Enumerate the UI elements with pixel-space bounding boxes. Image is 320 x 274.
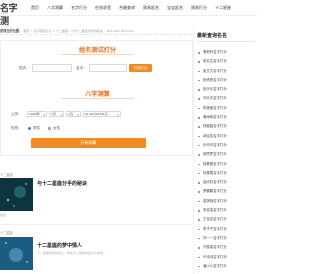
month-select[interactable]: 1月 ▾ (49, 111, 64, 117)
month-value: 1月 (51, 112, 56, 116)
sidebar-item[interactable]: 王佳佳名字打分 (198, 215, 256, 224)
bazi-underline (61, 98, 134, 99)
sidebar-item[interactable]: 杨贤贤名字打分 (198, 76, 256, 85)
sidebar-item[interactable]: 赵乐乐名字打分 (198, 85, 256, 94)
chevron-down-icon: ▾ (43, 113, 45, 117)
sidebar-item[interactable]: 张名名名字打分 (198, 57, 256, 66)
breadcrumb-date: 2021-06-18 14:20 (106, 29, 134, 33)
article-desc: 十二星座的梦中情人，你在十二星座中是什么样的…… (37, 251, 110, 255)
article-title[interactable]: 十二星座的梦中情人 (37, 242, 82, 249)
sidebar: 最新查询名名 周轩轩名字打分 张名名名字打分 吴文文名字打分 杨贤贤名字打分 赵… (193, 28, 257, 274)
name-test-panel: 姓名测试打分 姓氏： 名字： 开始打分 八字测算 公历： 1990年 ▾ 1月 ▾ … (0, 40, 193, 156)
chevron-down-icon: ▾ (60, 113, 62, 117)
chevron-down-icon: ▾ (77, 113, 79, 117)
sidebar-item[interactable]: 胡佳佳名字打分 (198, 132, 256, 141)
breadcrumb-label: 您现在的位置： (0, 29, 23, 33)
male-radio[interactable] (28, 126, 31, 130)
sidebar-item[interactable]: 邓一一名字打分 (198, 234, 256, 243)
article-tag: 星座 (0, 213, 7, 217)
sidebar-item[interactable]: 潘小小名字打分 (198, 262, 256, 271)
sidebar-item[interactable]: 孙可可名字打分 (198, 141, 256, 150)
sidebar-item[interactable]: 宋浩浩名字打分 (198, 206, 256, 215)
sidebar-item[interactable]: 何雪雪名字打分 (198, 169, 256, 178)
name-test-title: 姓名测试打分 (78, 47, 117, 54)
sidebar-item[interactable]: 林晨晨名字打分 (198, 122, 256, 131)
title-underline (61, 54, 134, 55)
sidebar-item[interactable]: 叶诗诗名字打分 (198, 253, 256, 262)
nav-item-name-score[interactable]: 名字打分 (67, 4, 91, 11)
sidebar-divider (197, 41, 255, 42)
breadcrumb: 您现在的位置： 首页 > 名字测试打分 > 十二星座 > 与十二星座分手的秘诀 … (0, 28, 192, 35)
female-radio[interactable] (48, 126, 51, 130)
nav-item-baby-naming[interactable]: 宝宝起名 (163, 4, 187, 11)
site-logo[interactable]: 名字测 LCN (0, 1, 24, 27)
sidebar-list: 周轩轩名字打分 张名名名字打分 吴文文名字打分 杨贤贤名字打分 赵乐乐名字打分 … (198, 48, 256, 271)
sidebar-item[interactable]: 吴文文名字打分 (198, 67, 256, 76)
name-label: 名字： (76, 66, 87, 70)
day-select[interactable]: 1日 ▾ (66, 111, 81, 117)
top-nav: 名字测 LCN 首页 八字测算 名字打分 在线求签 合婚查询 周易起名 宝宝起名… (0, 0, 257, 27)
nav-item-zodiac[interactable]: 十二星座 (211, 4, 235, 11)
surname-input[interactable] (32, 64, 72, 72)
birth-label: 公历： (11, 112, 22, 116)
star-sky-image (0, 237, 33, 270)
hour-select[interactable]: 01:00-00:59(子) ▾ (83, 111, 121, 117)
sidebar-item[interactable]: 梁静静名字打分 (198, 197, 256, 206)
nav-item-hehun[interactable]: 合婚查询 (115, 4, 139, 11)
nav-item-qiuqian[interactable]: 在线求签 (91, 4, 115, 11)
hour-value: 01:00-00:59(子) (85, 112, 109, 116)
sidebar-item[interactable]: 高欣欣名字打分 (198, 178, 256, 187)
sidebar-item[interactable]: 郭思思名字打分 (198, 150, 256, 159)
year-value: 1990年 (29, 112, 40, 116)
section-label: 十二星座 (0, 173, 13, 177)
galaxy-image (0, 178, 33, 211)
gender-label: 性别： (11, 126, 22, 130)
sidebar-item[interactable]: 许俊俊名字打分 (198, 243, 256, 252)
sidebar-item[interactable]: 李子子名字打分 (198, 225, 256, 234)
article-title[interactable]: 与十二星座分手的秘诀 (37, 180, 87, 187)
sidebar-item[interactable]: 周轩轩名字打分 (198, 48, 256, 57)
sidebar-item[interactable]: 黄雨雨名字打分 (198, 113, 256, 122)
female-label: 女性 (53, 126, 61, 130)
day-value: 1日 (68, 112, 73, 116)
logo-subtext: LCN (1, 11, 8, 15)
nav-item-zhouyi-score[interactable]: 周易打分 (187, 4, 211, 11)
nav-item-bazi[interactable]: 八字测算 (43, 4, 67, 11)
start-score-button[interactable]: 开始打分 (129, 64, 152, 72)
sidebar-item[interactable]: 徐昊昊名字打分 (198, 160, 256, 169)
start-bazi-button[interactable]: 开始测算 (31, 138, 146, 148)
list-divider (0, 224, 192, 225)
year-select[interactable]: 1990年 ▾ (27, 111, 47, 117)
article-thumbnail[interactable] (0, 178, 33, 211)
breadcrumb-path[interactable]: 首页 > 名字测试打分 > 十二星座 > 与十二星座分手的秘诀 (23, 29, 102, 33)
sidebar-title: 最新查询名名 (197, 33, 228, 39)
sidebar-item[interactable]: 刘天天名字打分 (198, 94, 256, 103)
main-nav: 首页 八字测算 名字打分 在线求签 合婚查询 周易起名 宝宝起名 周易打分 十二… (27, 4, 235, 11)
sidebar-item[interactable]: 陈美美名字打分 (198, 104, 256, 113)
section-label-2: 十二星座 (0, 231, 13, 235)
male-label: 男性 (33, 126, 41, 130)
name-input[interactable] (89, 64, 127, 72)
bazi-title: 八字测算 (85, 91, 110, 98)
nav-item-zhouyi-naming[interactable]: 周易起名 (139, 4, 163, 11)
chevron-down-icon: ▾ (117, 113, 119, 117)
sidebar-item[interactable]: 罗鹏鹏名字打分 (198, 187, 256, 196)
surname-label: 姓氏： (19, 66, 30, 70)
nav-item-home[interactable]: 首页 (27, 4, 43, 11)
article-thumbnail[interactable] (0, 237, 33, 270)
